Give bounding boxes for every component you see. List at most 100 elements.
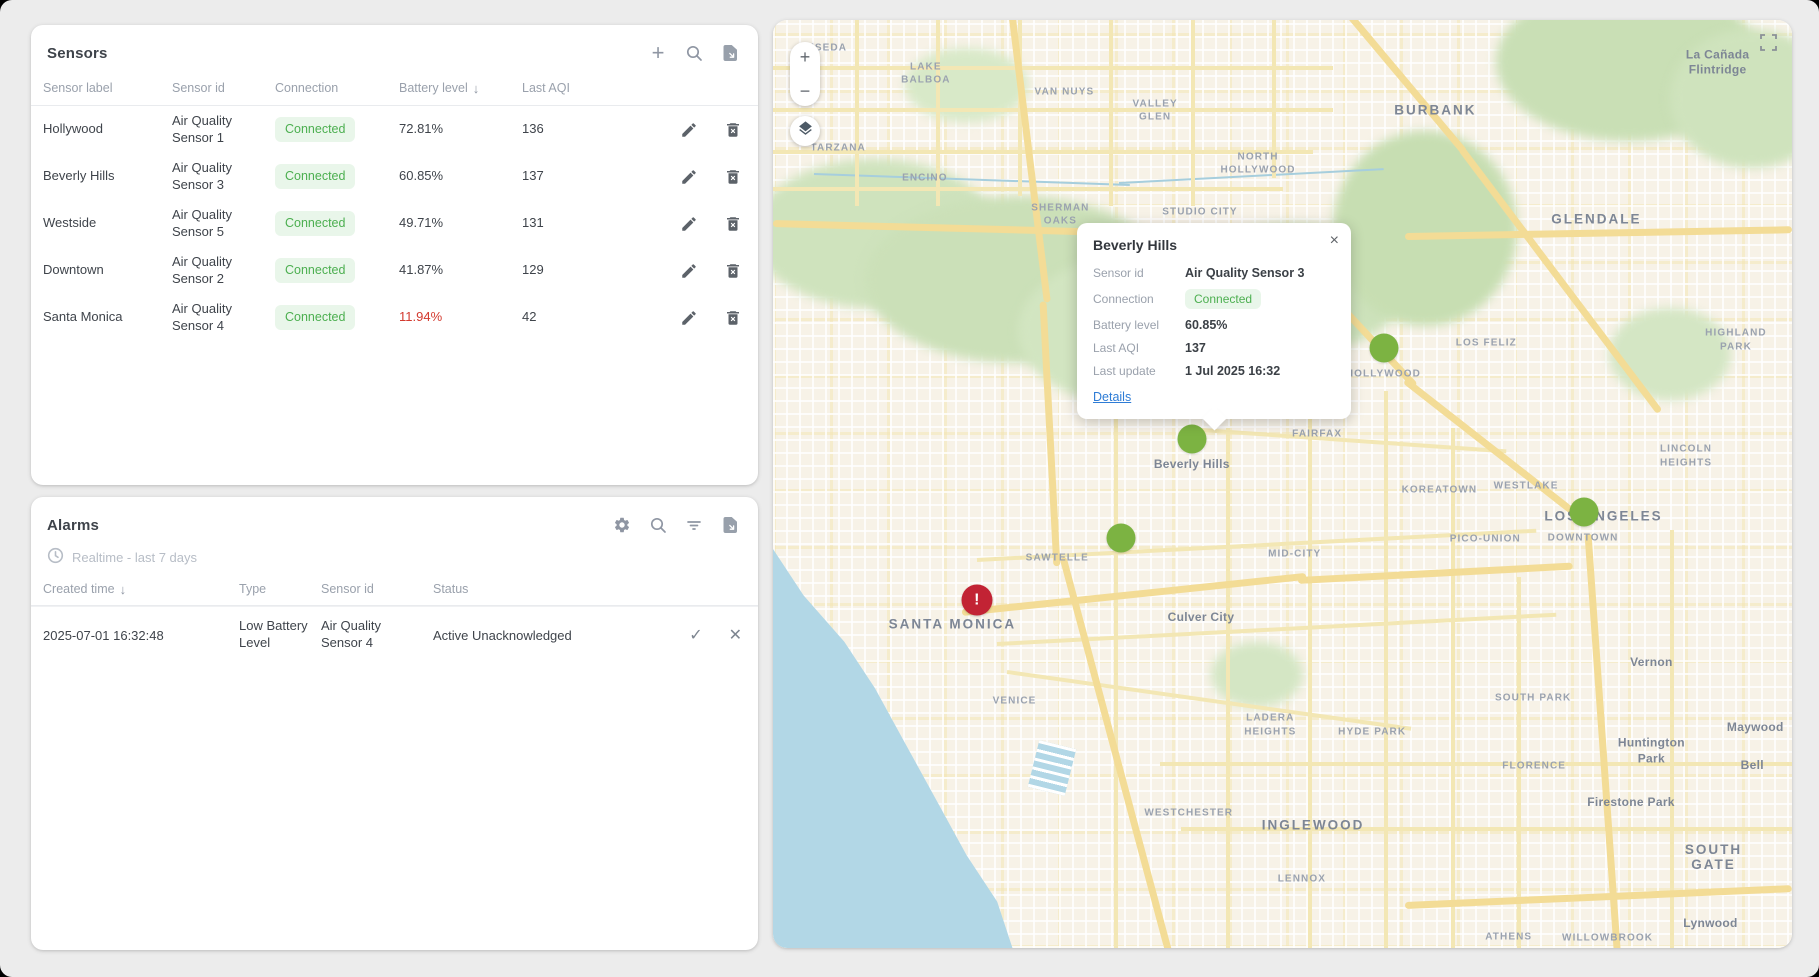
connection-badge: Connected: [275, 211, 355, 235]
zoom-control: + −: [790, 42, 820, 106]
filter-icon[interactable]: [684, 515, 704, 535]
export-icon[interactable]: [720, 515, 740, 535]
col-sensor-id[interactable]: Sensor id: [321, 582, 433, 596]
edit-icon[interactable]: [680, 309, 698, 327]
sensor-table-row[interactable]: Downtown Air Quality Sensor 2 Connected …: [31, 247, 758, 294]
sensor-table-row[interactable]: Westside Air Quality Sensor 5 Connected …: [31, 200, 758, 247]
acknowledge-icon[interactable]: ✓: [689, 625, 702, 645]
sensor-id: Air Quality Sensor 3: [172, 160, 275, 194]
last-aqi: 131: [522, 215, 642, 232]
alarm-sensor-id: Air Quality Sensor 4: [321, 618, 433, 652]
map-panel[interactable]: RESEDA LAKE BALBOA VAN NUYS VALLEY GLEN …: [773, 20, 1792, 948]
sensors-table-header: Sensor label Sensor id Connection Batter…: [31, 71, 758, 106]
road: [1384, 391, 1388, 948]
alarms-timewindow[interactable]: Realtime - last 7 days: [47, 547, 742, 567]
popup-battery: 60.85%: [1185, 318, 1335, 332]
zoom-in-button[interactable]: +: [800, 48, 811, 66]
export-icon[interactable]: [720, 43, 740, 63]
add-sensor-icon[interactable]: +: [648, 43, 668, 63]
dashboard: Sensors + Sensor label Sensor id Connect…: [0, 0, 1819, 977]
layers-icon: [797, 120, 814, 142]
sensor-marker-westside[interactable]: [1107, 523, 1136, 552]
connection-badge: Connected: [275, 164, 355, 188]
fullscreen-button[interactable]: [1759, 33, 1778, 57]
road: [773, 66, 1333, 70]
alarms-panel: Alarms Realtime - last 7 days: [31, 497, 758, 950]
delete-icon[interactable]: [724, 262, 742, 280]
park-area: [1333, 131, 1516, 326]
col-sensor-label[interactable]: Sensor label: [43, 81, 172, 95]
sensors-title: Sensors: [47, 45, 108, 62]
road: [1160, 762, 1792, 766]
col-type[interactable]: Type: [239, 582, 321, 596]
popup-last-update: 1 Jul 2025 16:32: [1185, 364, 1335, 378]
sensor-table-row[interactable]: Beverly Hills Air Quality Sensor 3 Conne…: [31, 153, 758, 200]
alarm-table-row[interactable]: 2025-07-01 16:32:48 Low Battery Level Ai…: [31, 606, 758, 663]
popup-last-aqi: 137: [1185, 341, 1335, 355]
sensor-id: Air Quality Sensor 2: [172, 254, 275, 288]
col-created-time[interactable]: Created time ↓: [43, 582, 239, 597]
sensor-label: Westside: [43, 215, 172, 232]
col-sensor-id[interactable]: Sensor id: [172, 81, 275, 95]
settings-icon[interactable]: [612, 515, 632, 535]
alarms-title: Alarms: [47, 517, 99, 534]
sensor-marker-santa-monica[interactable]: !: [961, 585, 992, 616]
search-icon[interactable]: [648, 515, 668, 535]
sensor-marker-downtown[interactable]: [1570, 497, 1599, 526]
sensors-panel: Sensors + Sensor label Sensor id Connect…: [31, 25, 758, 485]
delete-icon[interactable]: [724, 168, 742, 186]
col-last-aqi[interactable]: Last AQI: [522, 81, 642, 95]
battery-level: 60.85%: [399, 168, 522, 185]
col-status[interactable]: Status: [433, 582, 623, 596]
park-area: [1211, 642, 1303, 707]
popup-field: Connection Connected: [1093, 289, 1335, 309]
search-icon[interactable]: [684, 43, 704, 63]
sensor-label: Beverly Hills: [43, 168, 172, 185]
delete-icon[interactable]: [724, 215, 742, 233]
sensor-id: Air Quality Sensor 1: [172, 113, 275, 147]
connection-badge: Connected: [275, 258, 355, 282]
battery-level: 41.87%: [399, 262, 522, 279]
col-battery[interactable]: Battery level ↓: [399, 81, 522, 96]
alarm-type: Low Battery Level: [239, 618, 321, 652]
park-area: [1609, 308, 1731, 401]
road: [1451, 428, 1455, 948]
road: [773, 150, 1313, 154]
popup-field: Last update 1 Jul 2025 16:32: [1093, 364, 1335, 378]
battery-level: 72.81%: [399, 121, 522, 138]
connection-badge: Connected: [275, 305, 355, 329]
sort-desc-icon[interactable]: ↓: [120, 582, 127, 597]
sensor-popup: Beverly Hills × Sensor id Air Quality Se…: [1077, 223, 1351, 419]
edit-icon[interactable]: [680, 262, 698, 280]
zoom-out-button[interactable]: −: [800, 82, 811, 100]
road: [1181, 827, 1792, 831]
road: [773, 187, 1283, 191]
sensor-label: Hollywood: [43, 121, 172, 138]
delete-icon[interactable]: [724, 309, 742, 327]
sensor-table-row[interactable]: Santa Monica Air Quality Sensor 4 Connec…: [31, 294, 758, 341]
delete-icon[interactable]: [724, 121, 742, 139]
sensor-id: Air Quality Sensor 5: [172, 207, 275, 241]
sensor-marker-hollywood[interactable]: [1370, 333, 1399, 362]
road: [1114, 410, 1118, 948]
sort-desc-icon[interactable]: ↓: [473, 81, 480, 96]
sensor-label: Santa Monica: [43, 309, 172, 326]
col-connection[interactable]: Connection: [275, 81, 399, 95]
battery-level: 49.71%: [399, 215, 522, 232]
layers-button[interactable]: [790, 116, 820, 146]
clear-icon[interactable]: ✕: [729, 625, 742, 645]
popup-field: Battery level 60.85%: [1093, 318, 1335, 332]
road: [1191, 20, 1195, 206]
last-aqi: 136: [522, 121, 642, 138]
edit-icon[interactable]: [680, 121, 698, 139]
popup-field: Sensor id Air Quality Sensor 3: [1093, 266, 1335, 280]
popup-field: Last AQI 137: [1093, 341, 1335, 355]
edit-icon[interactable]: [680, 168, 698, 186]
sensor-label: Downtown: [43, 262, 172, 279]
sensor-table-row[interactable]: Hollywood Air Quality Sensor 1 Connected…: [31, 106, 758, 153]
edit-icon[interactable]: [680, 215, 698, 233]
road: [1308, 410, 1312, 948]
sensor-marker-beverly-hills[interactable]: [1177, 424, 1206, 453]
close-icon[interactable]: ×: [1330, 232, 1339, 250]
details-link[interactable]: Details: [1093, 390, 1131, 404]
